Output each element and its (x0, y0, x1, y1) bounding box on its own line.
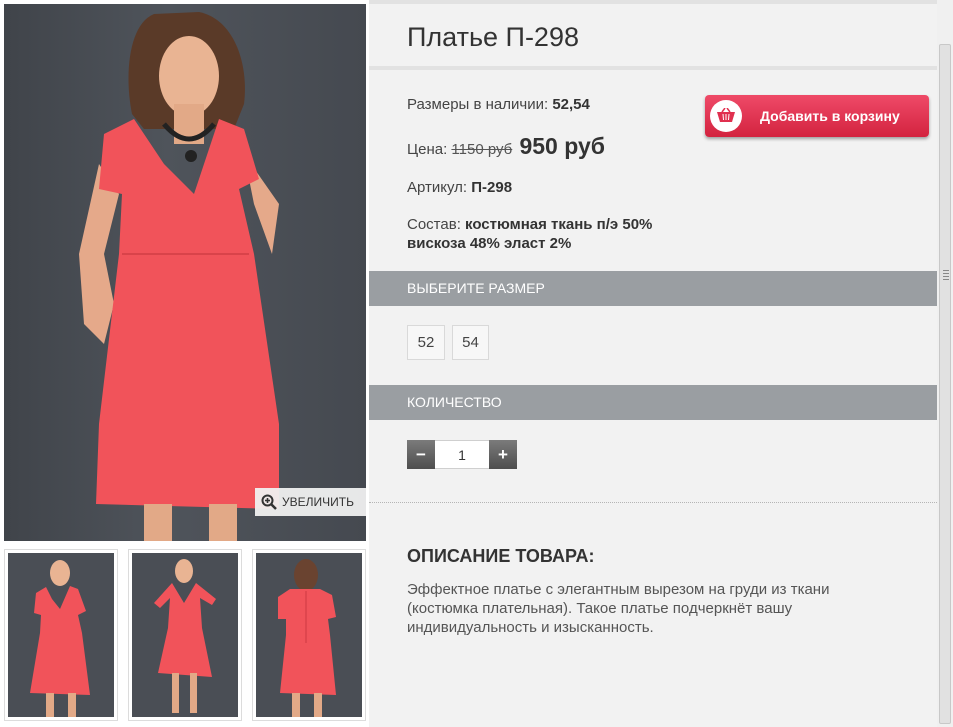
model-in-dress-image (79, 12, 279, 541)
composition-row: Состав: костюмная ткань п/э 50% вискоза … (407, 215, 652, 253)
magnifier-plus-icon (261, 494, 277, 510)
composition-line-2: вискоза 48% эласт 2% (407, 235, 572, 252)
zoom-button[interactable]: УВЕЛИЧИТЬ (255, 488, 366, 516)
thumbnail-image-pose (132, 553, 238, 717)
product-details-panel: Платье П-298 Размеры в наличии: 52,54 Це… (369, 0, 937, 727)
article-row: Артикул: П-298 (407, 179, 512, 196)
product-title: Платье П-298 (407, 22, 579, 52)
size-option-52[interactable]: 52 (407, 325, 445, 360)
main-product-photo[interactable]: УВЕЛИЧИТЬ (4, 4, 366, 541)
description-text: Эффектное платье с элегантным вырезом на… (407, 581, 830, 636)
basket-icon (710, 100, 742, 132)
price-row: Цена: 1150 руб 950 руб (407, 133, 605, 160)
quantity-input[interactable] (435, 440, 489, 469)
page-scrollbar[interactable] (937, 0, 953, 727)
title-bar: Платье П-298 (369, 0, 937, 70)
description-title: ОПИСАНИЕ ТОВАРА: (407, 546, 595, 566)
available-sizes-row: Размеры в наличии: 52,54 (407, 96, 590, 113)
article-value: П-298 (471, 179, 513, 196)
available-sizes-label: Размеры в наличии: (407, 96, 549, 113)
size-section-header: ВЫБЕРИТЕ РАЗМЕР (369, 271, 937, 306)
scrollbar-thumb[interactable] (939, 44, 951, 724)
composition-line-1: костюмная ткань п/э 50% (465, 216, 653, 233)
add-to-cart-label: Добавить в корзину (760, 108, 900, 124)
thumbnail-image-front (8, 553, 114, 717)
thumbnail-3[interactable] (252, 549, 366, 721)
add-to-cart-button[interactable]: Добавить в корзину (705, 95, 929, 137)
thumbnail-1[interactable] (4, 549, 118, 721)
thumbnail-2[interactable] (128, 549, 242, 721)
article-label: Артикул: (407, 179, 468, 196)
dress-shape (96, 119, 279, 509)
thumbnail-strip (4, 549, 366, 724)
old-price: 1150 руб (451, 141, 513, 158)
scrollbar-grip-icon (943, 270, 949, 280)
quantity-section-header: КОЛИЧЕСТВО (369, 385, 937, 420)
size-option-54[interactable]: 54 (452, 325, 489, 360)
price-label: Цена: (407, 141, 448, 158)
composition-label: Состав: (407, 216, 461, 233)
quantity-stepper: − + (407, 440, 517, 469)
zoom-label: УВЕЛИЧИТЬ (282, 495, 354, 509)
section-divider (369, 502, 937, 503)
available-sizes-value: 52,54 (552, 96, 590, 113)
thumbnail-image-back (256, 553, 362, 717)
quantity-decrease-button[interactable]: − (407, 440, 435, 469)
quantity-increase-button[interactable]: + (489, 440, 517, 469)
current-price: 950 руб (519, 133, 605, 159)
